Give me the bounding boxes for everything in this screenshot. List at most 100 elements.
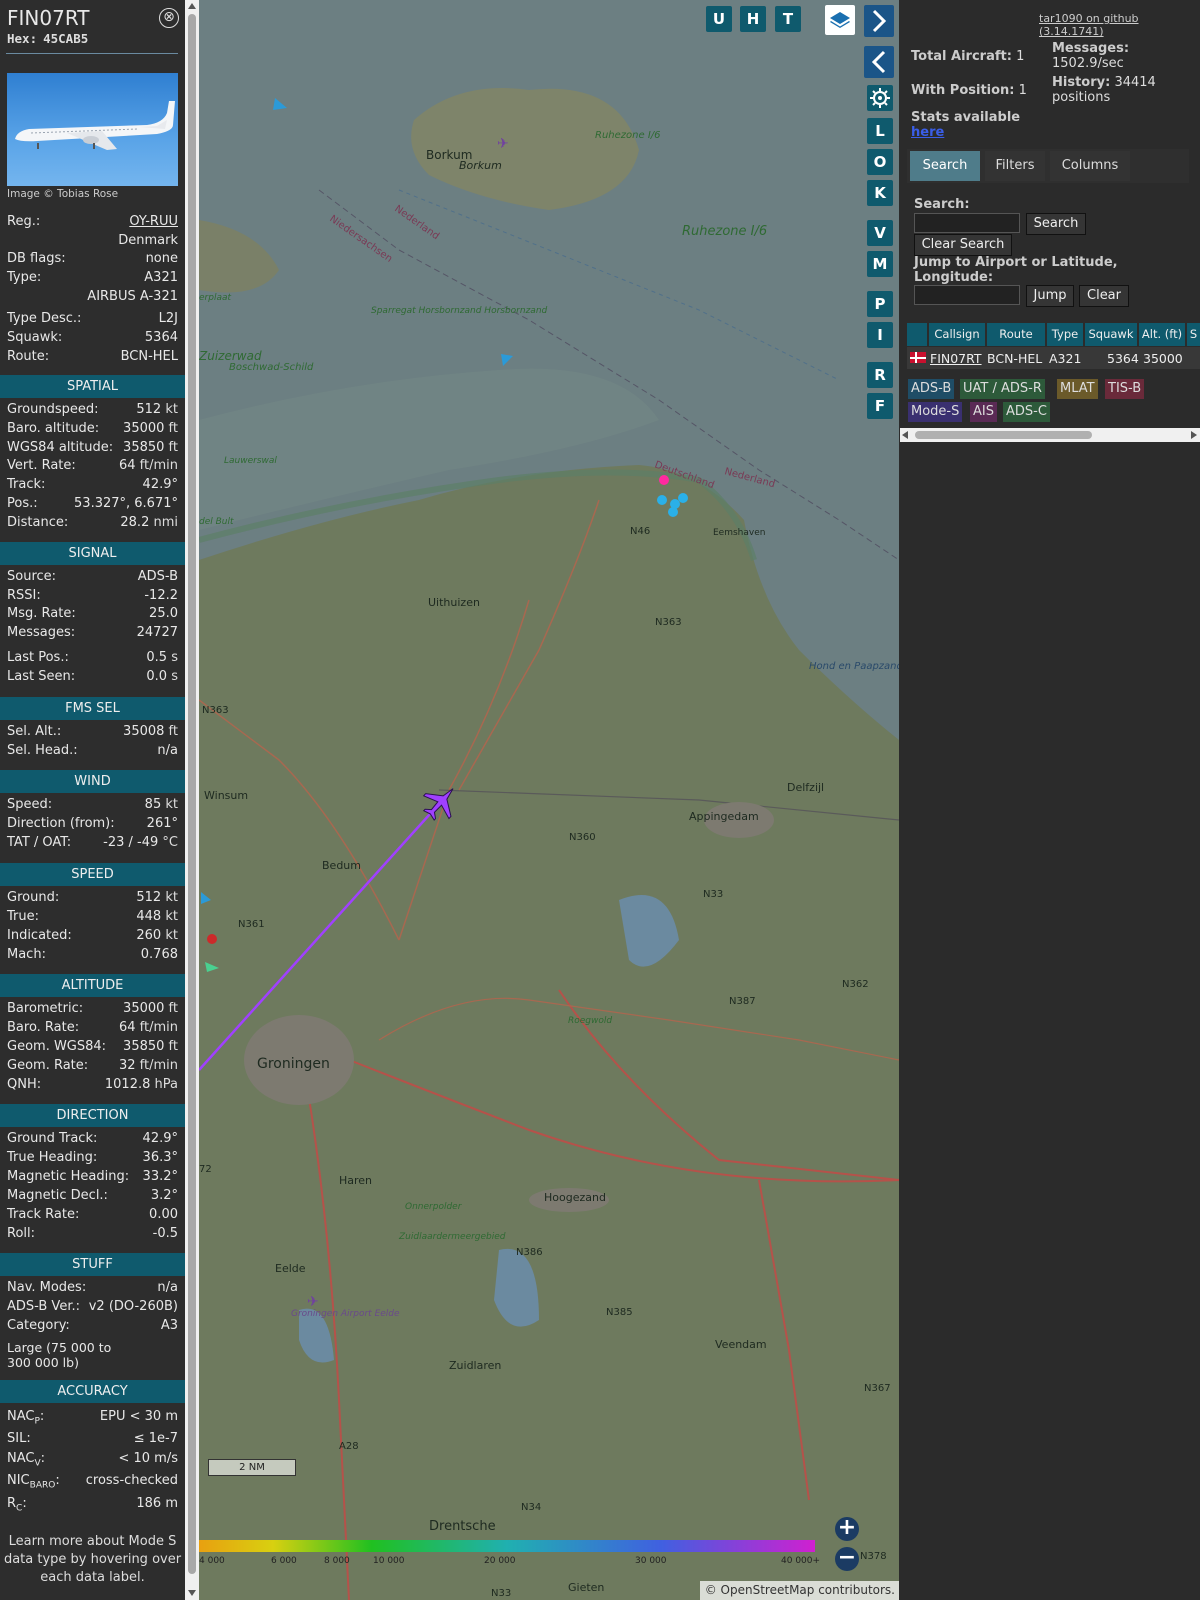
sel-alt-row: Sel. Alt.: 35008 ft	[7, 724, 178, 742]
col-flag[interactable]	[907, 323, 927, 346]
road-label: N387	[729, 996, 756, 1007]
toggle-k-button[interactable]: K	[867, 180, 893, 206]
road-label: N385	[606, 1307, 633, 1318]
vessel-icon[interactable]	[659, 475, 669, 485]
msg-rate-label: Msg. Rate:	[7, 606, 76, 621]
section-header-stuff[interactable]: STUFF	[0, 1253, 185, 1276]
clear-button[interactable]: Clear	[1079, 285, 1129, 307]
aircraft-photo-image	[15, 101, 175, 150]
jump-label: Jump to Airport or Latitude, Longitude:	[914, 255, 1118, 285]
geom-rate-label: Geom. Rate:	[7, 1058, 89, 1073]
reg-label: Reg.:	[7, 214, 41, 229]
road-label: N33	[491, 1588, 511, 1599]
ground-track-row: Ground Track: 42.9°	[7, 1131, 178, 1149]
scroll-up-arrow-icon[interactable]	[188, 3, 196, 9]
place-label: Zuidlaardermeergebied	[398, 1232, 506, 1242]
jump-button[interactable]: Jump	[1026, 285, 1074, 307]
col-callsign[interactable]: Callsign	[929, 323, 985, 346]
rc-value: 186 m	[136, 1496, 178, 1511]
tat-oat-value: -23 / -49 °C	[103, 835, 178, 850]
toggle-p-button[interactable]: P	[867, 291, 893, 317]
geom-wgs84-value: 35850 ft	[123, 1039, 178, 1054]
baro-rate-row: Baro. Rate: 64 ft/min	[7, 1020, 178, 1038]
aircraft-photo[interactable]	[7, 73, 178, 186]
toggle-m-button[interactable]: M	[867, 251, 893, 277]
vessel-icon[interactable]	[207, 934, 217, 944]
nic-baro-row: NICBARO: cross-checked	[7, 1473, 178, 1491]
section-header-direction[interactable]: DIRECTION	[0, 1104, 185, 1127]
clear-search-button[interactable]: Clear Search	[914, 234, 1012, 256]
row-type: A321	[1049, 351, 1082, 366]
zoom-in-button[interactable]: +	[835, 1517, 859, 1541]
section-header-altitude[interactable]: ALTITUDE	[0, 974, 185, 997]
qnh-row: QNH: 1012.8 hPa	[7, 1077, 178, 1095]
toggle-l-button[interactable]: L	[867, 118, 893, 144]
collapse-panel-button[interactable]	[864, 46, 894, 78]
rssi-row: RSSI: -12.2	[7, 588, 178, 606]
vessel-icon[interactable]	[668, 507, 678, 517]
toggle-v-button[interactable]: V	[867, 220, 893, 246]
nic-baro-label: NICBARO:	[7, 1473, 60, 1491]
search-input[interactable]	[914, 213, 1020, 233]
scroll-down-arrow-icon[interactable]	[188, 1590, 196, 1596]
col-squawk[interactable]: Squawk	[1085, 323, 1137, 346]
col-route[interactable]: Route	[987, 323, 1045, 346]
jump-input[interactable]	[914, 285, 1020, 305]
scale-tick-label: 20 000	[484, 1556, 516, 1566]
registration-link[interactable]: OY-RUU	[129, 214, 178, 229]
last-pos-value: 0.5 s	[146, 650, 178, 665]
source-label: Source:	[7, 569, 57, 584]
layers-button[interactable]	[825, 5, 855, 35]
track-rate-value: 0.00	[149, 1207, 178, 1222]
place-label: Hoogezand	[544, 1191, 606, 1204]
toggle-r-button[interactable]: R	[867, 362, 893, 388]
sel-head-value: n/a	[157, 743, 178, 758]
dbflags-value: none	[145, 251, 178, 266]
route-value: BCN-HEL	[120, 349, 178, 364]
toggle-f-button[interactable]: F	[867, 393, 893, 419]
indicated-speed-row: Indicated: 260 kt	[7, 928, 178, 946]
zoom-out-button[interactable]: −	[835, 1547, 859, 1571]
col-altitude[interactable]: Alt. (ft)	[1139, 323, 1185, 346]
toggle-u-button[interactable]: U	[706, 6, 732, 32]
section-header-speed[interactable]: SPEED	[0, 863, 185, 886]
place-label: Groningen	[257, 1056, 330, 1072]
section-header-accuracy[interactable]: ACCURACY	[0, 1380, 185, 1403]
version-link[interactable]: tar1090 on github (3.14.1741)	[1039, 12, 1200, 38]
section-header-signal[interactable]: SIGNAL	[0, 542, 185, 565]
toggle-h-button[interactable]: H	[740, 6, 766, 32]
groundspeed-row: Groundspeed: 512 kt	[7, 402, 178, 420]
col-speed[interactable]: S	[1187, 323, 1200, 346]
close-icon[interactable]: ⊗	[159, 8, 179, 28]
list-scroll-thumb[interactable]	[915, 431, 1092, 439]
settings-button[interactable]	[867, 85, 893, 111]
toggle-i-button[interactable]: I	[867, 322, 893, 348]
section-header-wind[interactable]: WIND	[0, 770, 185, 793]
distance-label: Distance:	[7, 515, 69, 530]
place-label: Veendam	[715, 1338, 767, 1351]
type-name-row: AIRBUS A-321	[7, 289, 178, 307]
place-label: Winsum	[204, 789, 248, 802]
row-callsign[interactable]: FIN07RT	[930, 348, 982, 369]
nav-modes-value: n/a	[157, 1280, 178, 1295]
vessel-icon[interactable]	[678, 493, 688, 503]
toggle-t-button[interactable]: T	[775, 6, 801, 32]
tab-filters[interactable]: Filters	[985, 151, 1045, 181]
expand-panel-button[interactable]	[864, 5, 894, 37]
sel-alt-label: Sel. Alt.:	[7, 724, 62, 739]
section-header-fms-sel[interactable]: FMS SEL	[0, 697, 185, 720]
tab-columns[interactable]: Columns	[1050, 151, 1130, 181]
vessel-icon[interactable]	[657, 495, 667, 505]
scroll-left-arrow-icon[interactable]	[902, 431, 908, 439]
sel-head-row: Sel. Head.: n/a	[7, 743, 178, 761]
toggle-o-button[interactable]: O	[867, 149, 893, 175]
stats-link[interactable]: here	[911, 125, 1020, 140]
col-type[interactable]: Type	[1047, 323, 1083, 346]
scroll-right-arrow-icon[interactable]	[1191, 431, 1197, 439]
search-button[interactable]: Search	[1026, 213, 1086, 235]
section-header-spatial[interactable]: SPATIAL	[0, 375, 185, 398]
map-view[interactable]: ✈ ✈ Borkum Borkum Ruhezone I/6 Ruhezone …	[199, 0, 899, 1600]
map-attribution[interactable]: © OpenStreetMap contributors.	[700, 1581, 899, 1600]
tab-search[interactable]: Search	[910, 151, 980, 181]
info-panel-scroll-thumb[interactable]	[188, 14, 196, 1574]
